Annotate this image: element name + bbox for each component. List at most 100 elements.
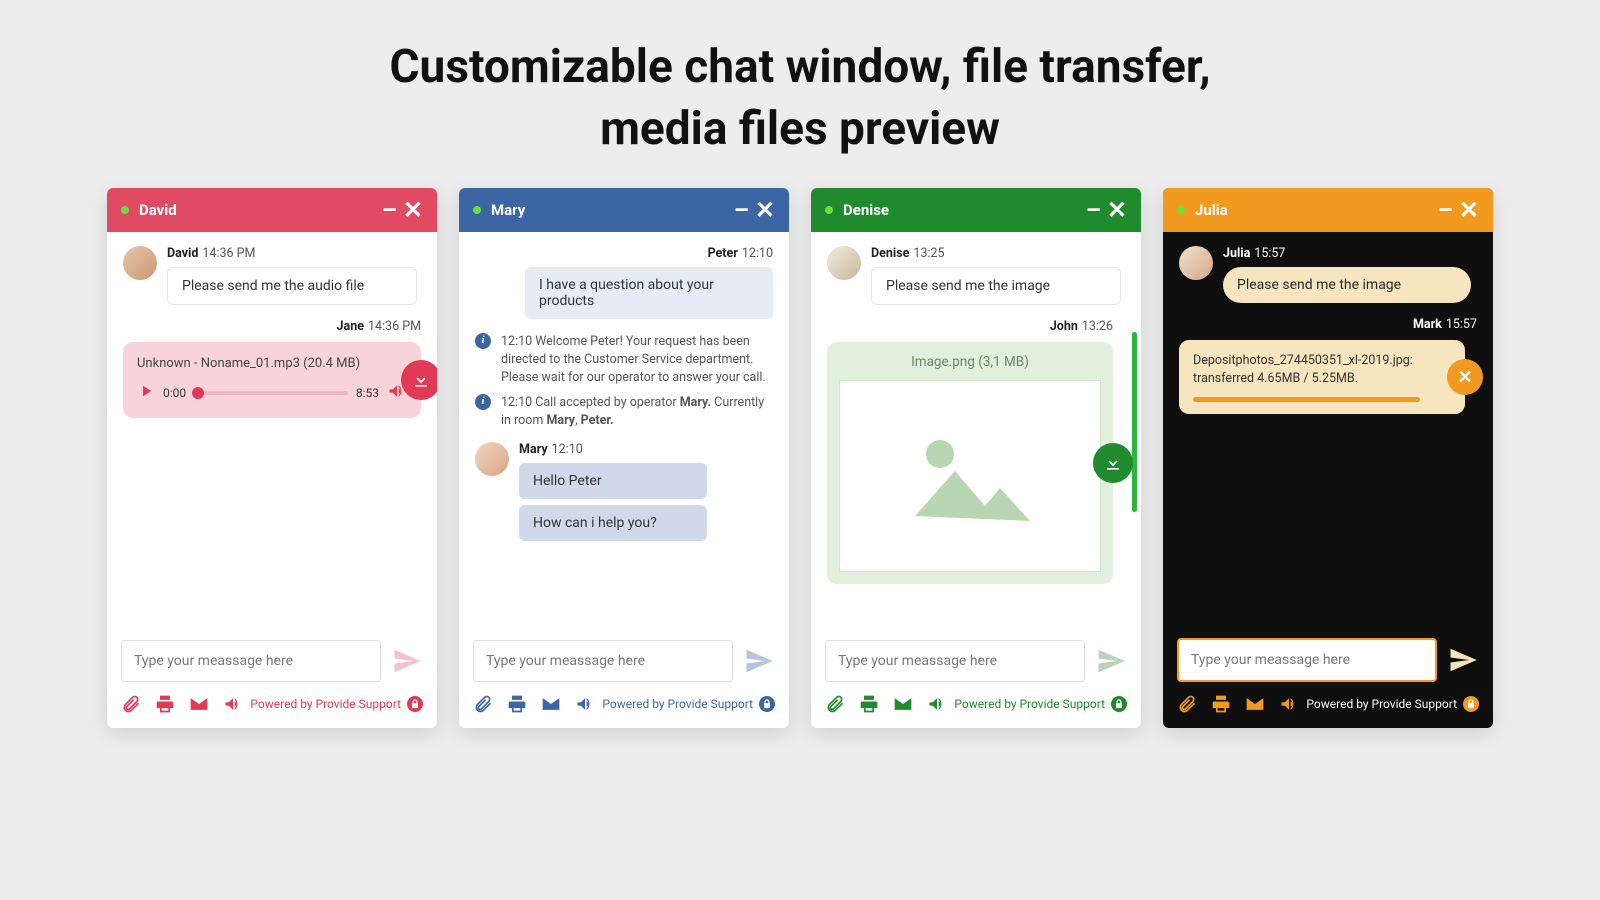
image-icon: [905, 426, 1035, 526]
close-button[interactable]: ✕: [403, 198, 423, 222]
sound-icon[interactable]: [927, 694, 947, 714]
avatar: [475, 442, 509, 476]
scrollbar[interactable]: [1132, 332, 1137, 512]
upload-filename: Depositphotos_274450351_xl-2019.jpg:tran…: [1193, 352, 1451, 387]
message-meta: Mark15:57: [1179, 317, 1477, 332]
system-message: i 12:10 Welcome Peter! Your request has …: [475, 333, 773, 387]
close-button[interactable]: ✕: [1459, 198, 1479, 222]
audio-seek-bar[interactable]: [194, 391, 348, 395]
window-header: Mary – ✕: [459, 188, 789, 232]
print-icon[interactable]: [507, 694, 527, 714]
window-title: David: [139, 201, 177, 219]
window-header: David – ✕: [107, 188, 437, 232]
window-title: Mary: [491, 201, 525, 219]
image-placeholder: [839, 380, 1101, 572]
powered-by[interactable]: Powered by Provide Support: [602, 696, 775, 712]
window-title: Denise: [843, 201, 889, 219]
message-meta: Peter12:10: [475, 246, 773, 261]
powered-by[interactable]: Powered by Provide Support: [954, 696, 1127, 712]
play-icon[interactable]: [137, 382, 155, 403]
presence-dot: [1177, 206, 1185, 214]
attach-icon[interactable]: [1177, 694, 1197, 714]
presence-dot: [473, 206, 481, 214]
send-button[interactable]: [1095, 645, 1127, 677]
attach-icon[interactable]: [825, 694, 845, 714]
image-attachment: Image.png (3,1 MB): [827, 342, 1113, 584]
window-footer: Type your meassage here Powered by Provi…: [107, 630, 437, 728]
lock-icon: [759, 696, 775, 712]
message-bubble: How can i help you?: [519, 505, 707, 541]
message-area: David14:36 PM Please send me the audio f…: [107, 232, 437, 630]
message-bubble: Please send me the audio file: [167, 267, 417, 305]
send-button[interactable]: [391, 645, 423, 677]
message-input[interactable]: Type your meassage here: [825, 640, 1085, 682]
message-input[interactable]: Type your meassage here: [1177, 638, 1437, 682]
message-meta: John13:26: [827, 319, 1125, 334]
progress-bar: [1193, 397, 1420, 402]
attach-icon[interactable]: [121, 694, 141, 714]
powered-by[interactable]: Powered by Provide Support: [1306, 696, 1479, 712]
page-title: Customizable chat window, file transfer,…: [0, 0, 1600, 160]
upload-progress: Depositphotos_274450351_xl-2019.jpg:tran…: [1179, 340, 1465, 414]
minimize-button[interactable]: –: [1438, 198, 1453, 222]
image-filename: Image.png (3,1 MB): [839, 354, 1101, 370]
mail-icon[interactable]: [893, 694, 913, 714]
minimize-button[interactable]: –: [382, 198, 397, 222]
print-icon[interactable]: [155, 694, 175, 714]
avatar: [827, 246, 861, 280]
print-icon[interactable]: [1211, 694, 1231, 714]
window-footer: Type your meassage here Powered by Provi…: [1163, 628, 1493, 728]
info-icon: i: [475, 333, 491, 349]
presence-dot: [121, 206, 129, 214]
chat-window-david: David – ✕ David14:36 PM Please send me t…: [107, 188, 437, 728]
download-button[interactable]: [1093, 443, 1133, 483]
message-bubble: Please send me the image: [871, 267, 1121, 305]
send-button[interactable]: [743, 645, 775, 677]
footer-icons: [473, 694, 595, 714]
chat-windows-row: David – ✕ David14:36 PM Please send me t…: [0, 188, 1600, 728]
minimize-button[interactable]: –: [1086, 198, 1101, 222]
chat-window-mary: Mary – ✕ Peter12:10 I have a question ab…: [459, 188, 789, 728]
sound-icon[interactable]: [223, 694, 243, 714]
message-area: Denise13:25 Please send me the image Joh…: [811, 232, 1141, 630]
info-icon: i: [475, 394, 491, 410]
sound-icon[interactable]: [575, 694, 595, 714]
message-input[interactable]: Type your meassage here: [121, 640, 381, 682]
chat-window-julia: Julia – ✕ Julia15:57 Please send me the …: [1163, 188, 1493, 728]
message-meta: Mary12:10: [519, 442, 773, 457]
audio-duration: 8:53: [356, 386, 379, 400]
message-meta: Denise13:25: [871, 246, 1125, 261]
close-button[interactable]: ✕: [755, 198, 775, 222]
lock-icon: [407, 696, 423, 712]
audio-attachment: Unknown - Noname_01.mp3 (20.4 MB) 0:00 8…: [123, 342, 421, 418]
message-area: Peter12:10 I have a question about your …: [459, 232, 789, 630]
cancel-upload-button[interactable]: ✕: [1447, 359, 1483, 395]
download-button[interactable]: [401, 360, 437, 400]
audio-current-time: 0:00: [163, 386, 186, 400]
mail-icon[interactable]: [541, 694, 561, 714]
title-line-2: media files preview: [0, 98, 1600, 160]
message-meta: Julia15:57: [1223, 246, 1477, 261]
message-area: Julia15:57 Please send me the image Mark…: [1163, 232, 1493, 628]
title-line-1: Customizable chat window, file transfer,: [0, 36, 1600, 98]
system-message: i 12:10 Call accepted by operator Mary. …: [475, 394, 773, 430]
message-input[interactable]: Type your meassage here: [473, 640, 733, 682]
sound-icon[interactable]: [1279, 694, 1299, 714]
powered-by[interactable]: Powered by Provide Support: [250, 696, 423, 712]
window-header: Denise – ✕: [811, 188, 1141, 232]
attach-icon[interactable]: [473, 694, 493, 714]
footer-icons: [825, 694, 947, 714]
close-button[interactable]: ✕: [1107, 198, 1127, 222]
print-icon[interactable]: [859, 694, 879, 714]
window-footer: Type your meassage here Powered by Provi…: [811, 630, 1141, 728]
lock-icon: [1463, 696, 1479, 712]
message-meta: David14:36 PM: [167, 246, 421, 261]
mail-icon[interactable]: [1245, 694, 1265, 714]
mail-icon[interactable]: [189, 694, 209, 714]
minimize-button[interactable]: –: [734, 198, 749, 222]
audio-filename: Unknown - Noname_01.mp3 (20.4 MB): [137, 356, 407, 371]
send-button[interactable]: [1447, 644, 1479, 676]
message-bubble: Please send me the image: [1223, 267, 1471, 303]
window-title: Julia: [1195, 201, 1228, 219]
chat-window-denise: Denise – ✕ Denise13:25 Please send me th…: [811, 188, 1141, 728]
